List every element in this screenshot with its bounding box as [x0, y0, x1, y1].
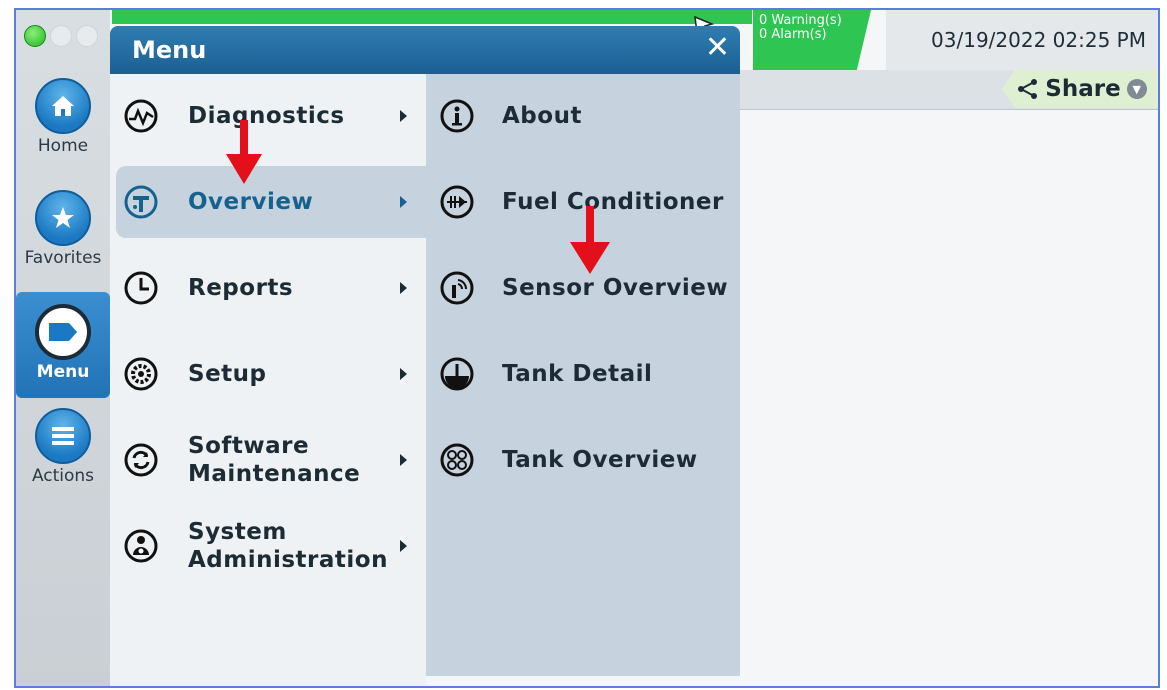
close-icon[interactable]: ✕: [705, 32, 730, 64]
tank-detail-icon: [440, 357, 474, 391]
info-icon: [440, 99, 474, 133]
status-light-icon: [24, 25, 46, 47]
overview-icon: [124, 185, 158, 219]
menu-item-diagnostics[interactable]: Diagnostics: [110, 80, 426, 152]
chevron-down-icon[interactable]: ▼: [1126, 79, 1147, 99]
list-icon: [35, 408, 91, 464]
menu-item-reports[interactable]: Reports: [110, 252, 426, 324]
menu-item-label: Setup: [188, 361, 267, 387]
sync-icon: [124, 443, 158, 477]
nav-actions-label: Actions: [31, 466, 95, 486]
gear-icon: [124, 357, 158, 391]
nav-menu[interactable]: Menu: [16, 292, 110, 398]
nav-home[interactable]: Home: [16, 78, 110, 156]
submenu-item-label: About: [502, 103, 582, 129]
nav-favorites-label: Favorites: [24, 248, 102, 268]
submenu-item-label: Tank Detail: [502, 361, 653, 387]
status-bar: [112, 10, 752, 24]
submenu-item-label: Tank Overview: [502, 447, 698, 473]
submenu-item-label: Fuel Conditioner: [502, 189, 724, 215]
share-icon: [1018, 79, 1038, 99]
menu-item-setup[interactable]: Setup: [110, 338, 426, 410]
admin-icon: [124, 529, 158, 563]
menu-item-software-maintenance[interactable]: Software Maintenance: [110, 424, 426, 496]
menu-item-label: Reports: [188, 275, 294, 301]
menu-header: Menu ✕: [110, 26, 740, 74]
menu-item-system-administration[interactable]: System Administration: [110, 510, 426, 582]
menu-title: Menu: [132, 36, 207, 64]
submenu-item-tank-overview[interactable]: Tank Overview: [426, 424, 740, 496]
menu-icon: [35, 304, 91, 360]
chevron-right-icon: [400, 110, 407, 122]
share-label: Share: [1045, 76, 1121, 102]
nav-actions[interactable]: Actions: [16, 408, 110, 486]
chevron-right-icon: [400, 540, 407, 552]
warning-count: 0 Warning(s): [759, 13, 842, 28]
window-dot-icon: [76, 25, 98, 47]
menu-item-label: Diagnostics: [188, 103, 345, 129]
nav-home-label: Home: [37, 136, 89, 156]
menu-item-label: Overview: [188, 189, 314, 215]
left-nav: Home Favorites Menu Actions: [16, 10, 110, 686]
annotation-arrow-icon: [570, 206, 610, 274]
sensor-icon: [440, 271, 474, 305]
menu-item-label: Software Maintenance: [188, 433, 361, 487]
menu-primary: Diagnostics Overview Reports Setup Softw…: [110, 74, 426, 686]
status-indicator[interactable]: 0 Warning(s) 0 Alarm(s): [753, 10, 871, 70]
submenu-item-label: Sensor Overview: [502, 275, 729, 301]
tank-overview-icon: [440, 443, 474, 477]
app-window: Home Favorites Menu Actions 0 Warning(s)…: [14, 8, 1160, 688]
nav-favorites[interactable]: Favorites: [16, 190, 110, 268]
annotation-arrow-icon: [226, 120, 262, 184]
window-controls: [24, 25, 98, 47]
menu-item-overview[interactable]: Overview: [116, 166, 426, 238]
nav-menu-label: Menu: [36, 362, 90, 382]
share-button[interactable]: Share ▼: [1002, 70, 1158, 108]
content-toolbar: Share ▼: [736, 70, 1158, 110]
fuel-conditioner-icon: [440, 185, 474, 219]
window-dot-icon: [50, 25, 72, 47]
diagnostics-icon: [124, 99, 158, 133]
chevron-right-icon: [400, 368, 407, 380]
home-icon: [35, 78, 91, 134]
datetime: 03/19/2022 02:25 PM: [886, 10, 1158, 70]
star-icon: [35, 190, 91, 246]
submenu-item-about[interactable]: About: [426, 80, 740, 152]
menu-submenu: About Fuel Conditioner Sensor Overview T…: [426, 74, 740, 676]
chevron-right-icon: [400, 282, 407, 294]
alarm-count: 0 Alarm(s): [759, 27, 827, 42]
chevron-right-icon: [400, 196, 407, 208]
chevron-right-icon: [400, 454, 407, 466]
clock-icon: [124, 271, 158, 305]
menu-item-label: System Administration: [188, 519, 388, 573]
submenu-item-tank-detail[interactable]: Tank Detail: [426, 338, 740, 410]
